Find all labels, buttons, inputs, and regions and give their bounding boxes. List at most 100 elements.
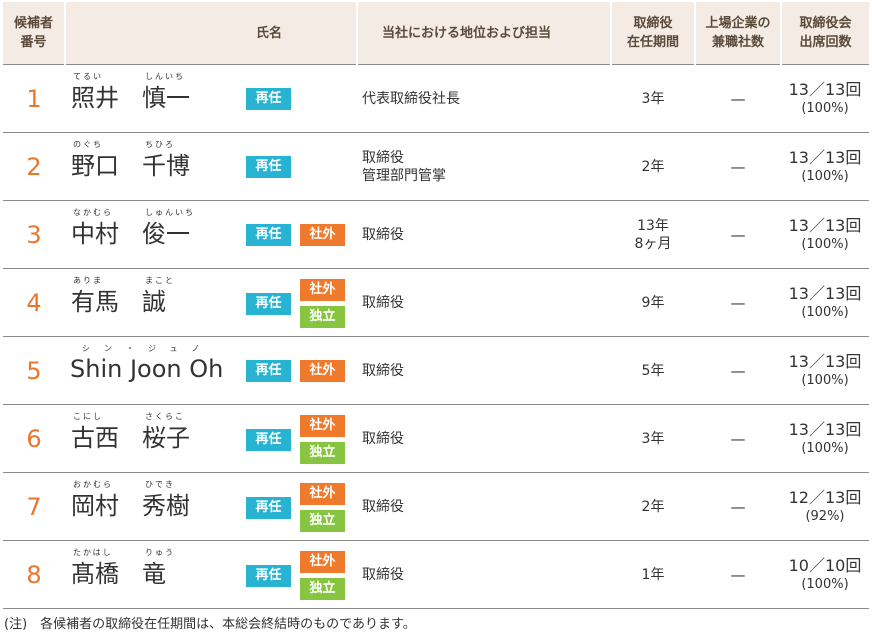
surname-ruby: のぐち	[73, 140, 103, 149]
candidate-number: 3	[3, 200, 65, 269]
name-cell: のぐち野口 ちひろ千博 再任	[65, 132, 357, 201]
candidate-number: 5	[3, 336, 65, 405]
term-cell: 1年	[611, 540, 695, 609]
term-value: 9年	[641, 294, 665, 311]
term-value-extra: 8ヶ月	[634, 235, 672, 252]
attendance-count: 13／13回	[788, 148, 862, 167]
concurrent-posts-cell: —	[695, 540, 781, 609]
attendance-cell: 10／10回 (100%)	[781, 540, 869, 609]
attendance-count: 13／13回	[788, 80, 862, 99]
concurrent-posts-cell: —	[695, 336, 781, 405]
candidate-surname: 有馬	[71, 288, 119, 316]
candidate-given-name: 千博	[142, 152, 190, 180]
outside-director-badge: 社外	[300, 360, 345, 382]
header-attendance: 取締役会 出席回数	[780, 2, 869, 65]
attendance-rate: (100%)	[801, 237, 849, 252]
attendance-rate: (100%)	[801, 577, 849, 592]
position-line: 取締役	[362, 430, 404, 447]
attendance-rate: (100%)	[801, 101, 849, 116]
position-line: 取締役	[362, 149, 404, 166]
director-candidates-table: 候補者 番号 氏名 当社における地位および担当 取締役 在任期間 上場企業の 兼職社数…	[3, 2, 869, 609]
attendance-cell: 13／13回 (100%)	[781, 200, 869, 269]
outside-director-badge: 社外	[300, 483, 345, 505]
footnote: (注) 各候補者の取締役在任期間は、本総会終結時のものであります。	[4, 617, 416, 632]
outside-director-badge: 社外	[300, 279, 345, 301]
candidate-number: 1	[3, 64, 65, 133]
concurrent-posts-cell: —	[695, 268, 781, 337]
concurrent-posts-cell: —	[695, 200, 781, 269]
position-line: 取締役	[362, 226, 404, 243]
term-value: 2年	[641, 158, 665, 175]
term-value: 2年	[641, 498, 665, 515]
given-name-ruby: しゅんいち	[145, 208, 195, 217]
attendance-cell: 13／13回 (100%)	[781, 336, 869, 405]
position-line: 取締役	[362, 294, 404, 311]
attendance-count: 13／13回	[788, 420, 862, 439]
attendance-cell: 13／13回 (100%)	[781, 64, 869, 133]
term-value: 3年	[641, 430, 665, 447]
table-row: 1 てるい 照井 しんいち 慎一 再任 代表取締役社長 3年 — 13／13回 (100%)	[3, 64, 869, 133]
position-line: 代表取締役社長	[362, 90, 460, 107]
table-header-row: 候補者 番号 氏名 当社における地位および担当 取締役 在任期間 上場企業の 兼職社数…	[3, 2, 869, 65]
given-name-ruby: しんいち	[145, 72, 185, 81]
attendance-rate: (100%)	[801, 169, 849, 184]
independent-director-badge: 独立	[300, 442, 345, 464]
term-value: 1年	[641, 566, 665, 583]
position-cell: 取締役	[357, 200, 611, 269]
candidate-given-name: 秀樹	[142, 492, 190, 520]
candidate-table-container: 候補者 番号 氏名 当社における地位および担当 取締役 在任期間 上場企業の 兼職社数…	[3, 2, 869, 609]
reappointment-badge: 再任	[246, 497, 291, 519]
surname-ruby: てるい	[73, 72, 103, 81]
reappointment-badge: 再任	[246, 224, 291, 246]
position-cell: 取締役	[357, 268, 611, 337]
attendance-cell: 13／13回 (100%)	[781, 132, 869, 201]
attendance-rate: (92%)	[805, 509, 845, 524]
attendance-rate: (100%)	[801, 305, 849, 320]
surname-ruby: こにし	[73, 412, 103, 421]
candidate-surname: 野口	[71, 152, 119, 180]
candidate-given-name: 桜子	[142, 424, 190, 452]
attendance-rate: (100%)	[801, 441, 849, 456]
concurrent-posts-cell: —	[695, 132, 781, 201]
position-line: 取締役	[362, 362, 404, 379]
independent-director-badge: 独立	[300, 306, 345, 328]
name-cell: こにし 古西 さくらこ 桜子 再任 社外 独立	[65, 404, 357, 473]
attendance-count: 13／13回	[788, 284, 862, 303]
reappointment-badge: 再任	[246, 156, 291, 178]
given-name-ruby: まこと	[145, 276, 175, 285]
outside-director-badge: 社外	[300, 415, 345, 437]
candidate-number: 2	[3, 132, 65, 201]
concurrent-posts-cell: —	[695, 472, 781, 541]
candidate-surname: 古西	[71, 424, 119, 452]
position-cell: 取締役	[357, 540, 611, 609]
candidate-number: 4	[3, 268, 65, 337]
name-cell: おかむら 岡村 ひでき 秀樹 再任 社外 独立	[65, 472, 357, 541]
table-row: 8 たかはし 髙橋 りゅう竜 再任 社外 独立 取締役 1年 — 10／10回 (100%)	[3, 540, 869, 609]
given-name-ruby: さくらこ	[145, 412, 185, 421]
reappointment-badge: 再任	[246, 88, 291, 110]
outside-director-badge: 社外	[300, 224, 345, 246]
table-row: 5 シン・ジュノ Shin Joon Oh 再任 社外 取締役 5年 — 13／13回 (100%…	[3, 336, 869, 405]
term-cell: 13年 8ヶ月	[611, 200, 695, 269]
candidate-surname: 岡村	[71, 492, 119, 520]
attendance-cell: 13／13回 (100%)	[781, 268, 869, 337]
reappointment-badge: 再任	[246, 565, 291, 587]
candidate-given-name: 俊一	[142, 220, 190, 248]
independent-director-badge: 独立	[300, 578, 345, 600]
header-candidate-number: 候補者 番号	[3, 2, 65, 65]
attendance-cell: 12／13回 (92%)	[781, 472, 869, 541]
candidate-surname: 中村	[71, 220, 119, 248]
term-cell: 2年	[611, 472, 695, 541]
term-value: 5年	[641, 362, 665, 379]
outside-director-badge: 社外	[300, 551, 345, 573]
given-name-ruby: ちひろ	[145, 140, 175, 149]
position-cell: 取締役	[357, 336, 611, 405]
table-row: 2 のぐち 野口 ちひろ 千博 再任 取締役 管理部門管掌 2年 — 13／13回 (100%)	[3, 132, 869, 201]
attendance-count: 12／13回	[788, 488, 862, 507]
term-cell: 2年	[611, 132, 695, 201]
name-cell: ありま 有馬 まこと誠 再任 社外 独立	[65, 268, 357, 337]
candidate-surname: 髙橋	[71, 560, 119, 588]
reappointment-badge: 再任	[246, 293, 291, 315]
header-term: 取締役 在任期間	[610, 2, 695, 65]
table-row: 7 おかむら 岡村 ひでき 秀樹 再任 社外 独立 取締役 2年 — 12／13回 (92%)	[3, 472, 869, 541]
